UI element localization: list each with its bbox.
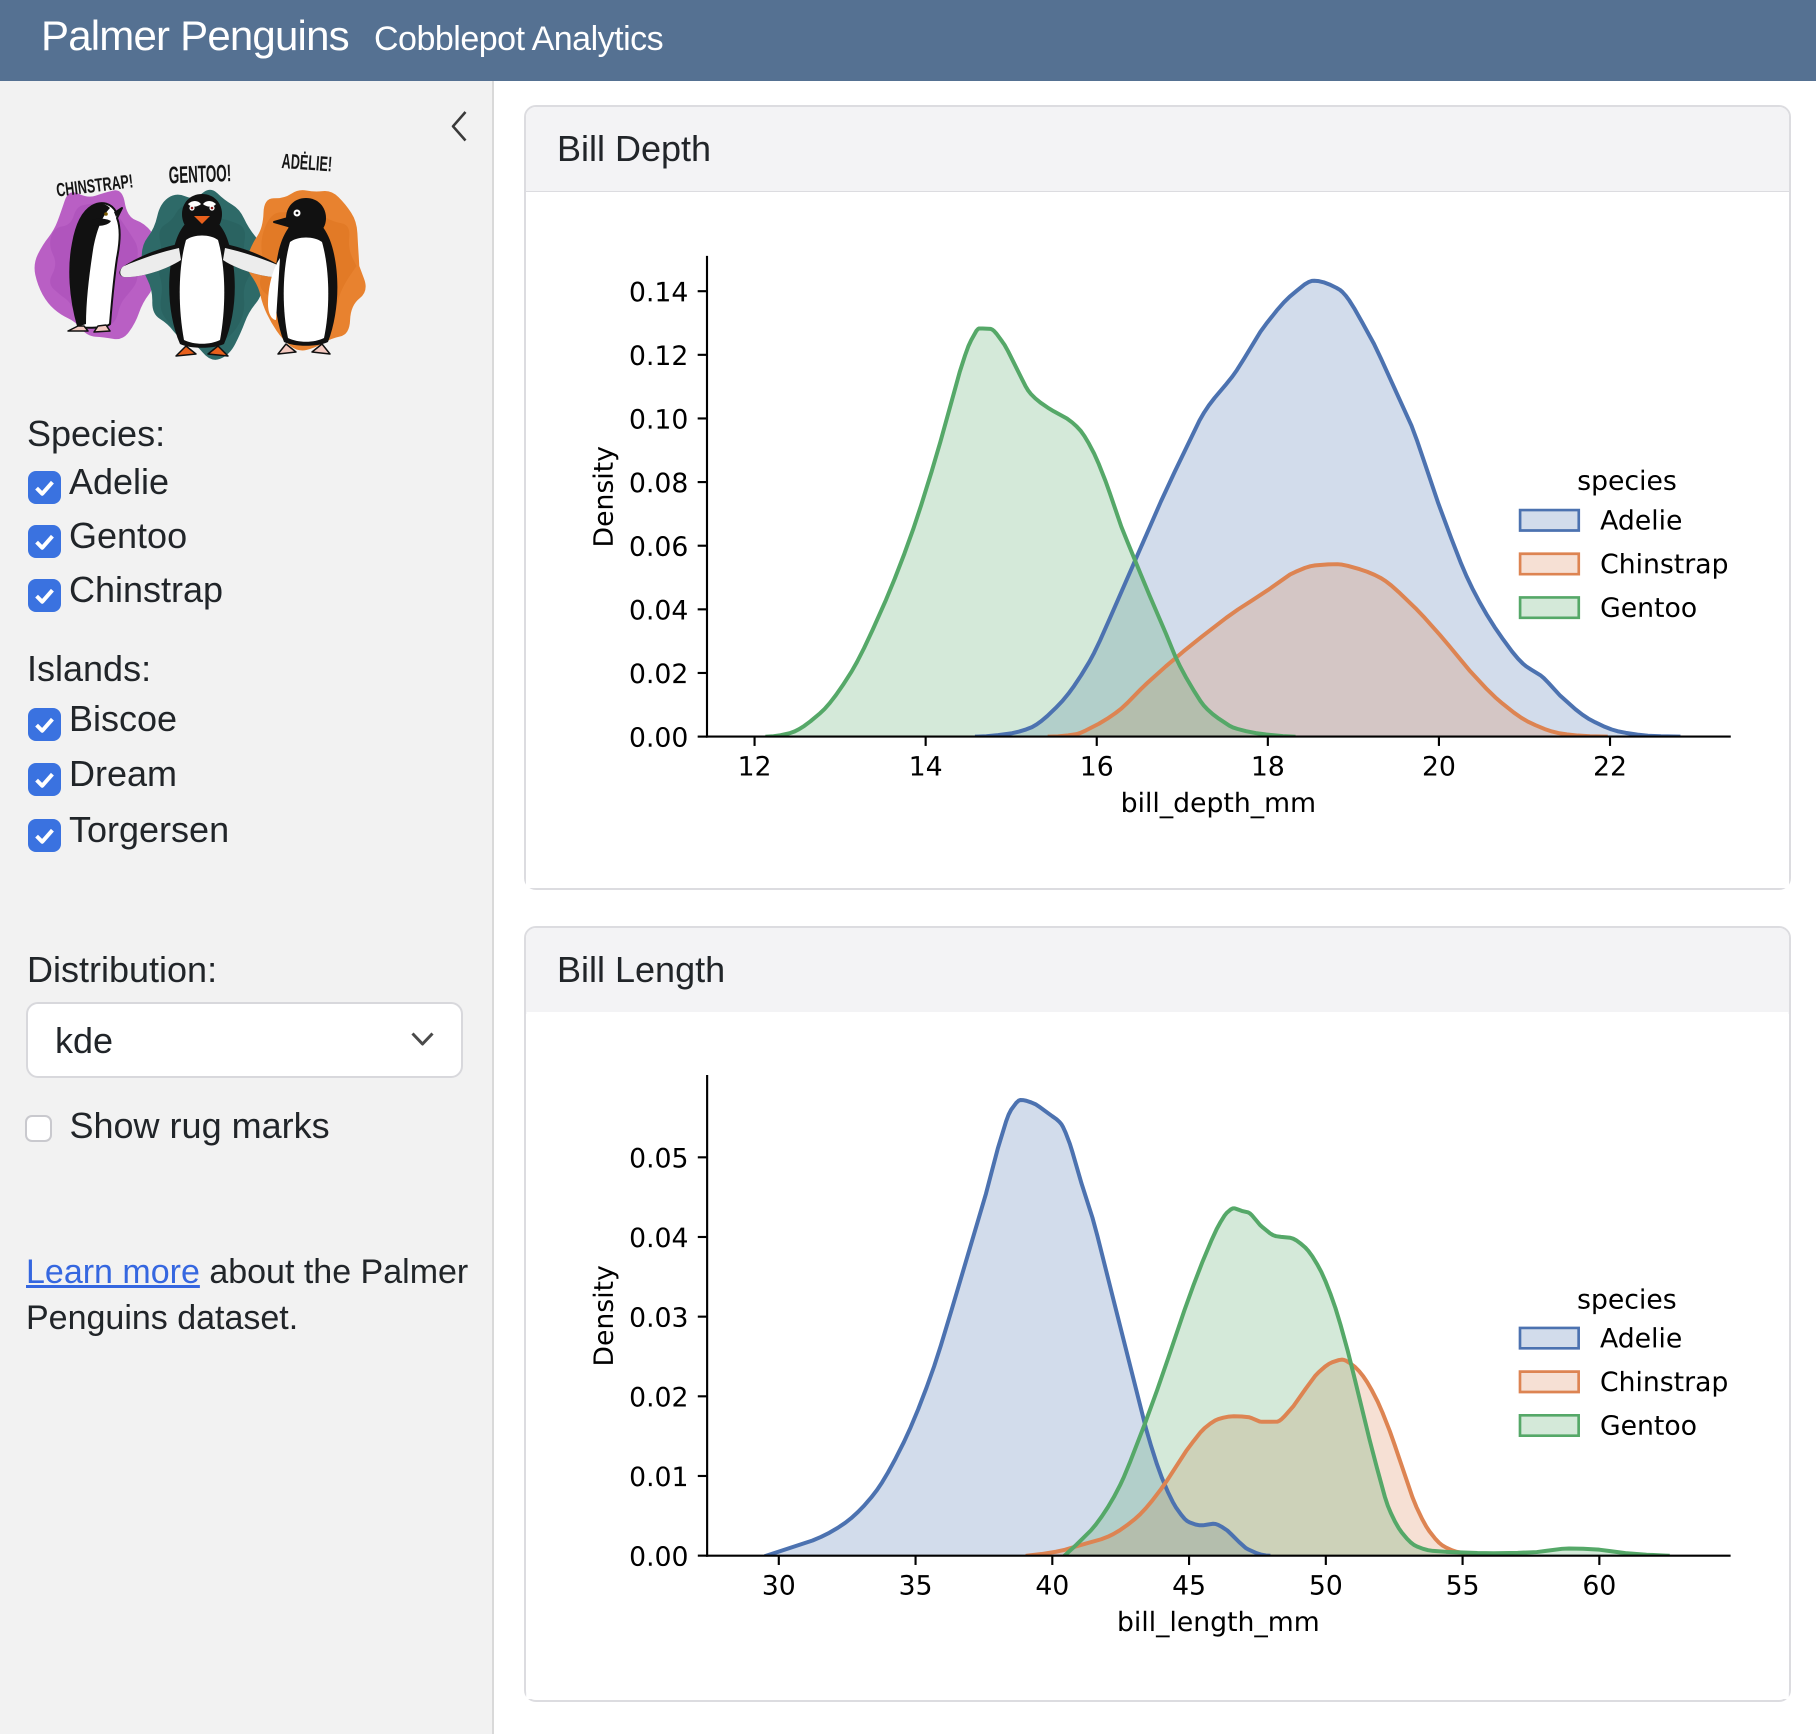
svg-text:GENTOO!: GENTOO! xyxy=(168,160,231,189)
svg-text:ADĖLIE!: ADĖLIE! xyxy=(281,149,333,177)
